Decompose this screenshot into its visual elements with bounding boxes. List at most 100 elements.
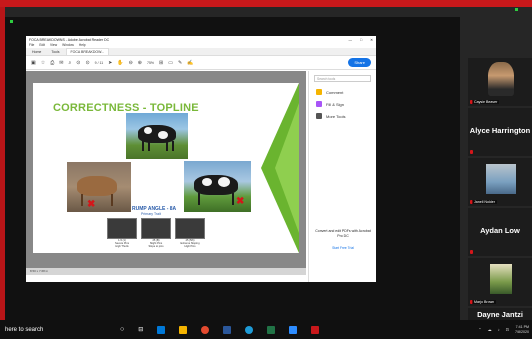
bookmark-icon[interactable]: ☆ <box>41 60 45 66</box>
chrome-icon[interactable] <box>201 325 210 334</box>
page-up-icon[interactable]: ⊙ <box>76 60 80 66</box>
excel-icon[interactable] <box>267 325 276 334</box>
window-title: FOCA BREAKDOWNS - Adobe Acrobat Reader D… <box>29 37 110 42</box>
slide-page: CORRECTNESS - TOPLINE ✖ ✖ RUMP ANGLE - 8… <box>33 83 299 253</box>
tray-expand-icon[interactable]: ⌃ <box>478 327 481 332</box>
participant-tile[interactable]: Alyce Harrington <box>468 108 532 156</box>
maximize-button[interactable]: □ <box>360 38 362 42</box>
participant-name: Aydan Low <box>480 226 520 235</box>
primary-trait-label: Primary Trait <box>141 212 161 216</box>
tab-tools[interactable]: Tools <box>47 49 64 55</box>
tool-fill-sign[interactable]: Fill & Sign <box>309 98 376 110</box>
tab-bar: Home Tools FOCA BREAKDOW... <box>26 48 376 56</box>
cow-photo-right: ✖ <box>184 161 251 212</box>
diagram-caption: 1-5 (1) Severe Pins High Thurls <box>115 239 129 248</box>
word-icon[interactable] <box>223 325 232 334</box>
comment-tool-icon <box>316 89 322 95</box>
participants-sidebar: Caysie Beaver Alyce Harrington Janell No… <box>460 17 532 320</box>
clock-time: 7:41 PM <box>515 325 529 330</box>
menu-file[interactable]: File <box>29 43 34 48</box>
participant-name: Caysie Beaver <box>472 100 500 104</box>
free-trial-link[interactable]: Start Free Trial <box>313 246 373 250</box>
share-indicator-icon <box>515 8 518 11</box>
menu-view[interactable]: View <box>50 43 57 48</box>
window-titlebar: FOCA BREAKDOWNS - Adobe Acrobat Reader D… <box>26 36 376 43</box>
screen-frame: FOCA BREAKDOWNS - Adobe Acrobat Reader D… <box>0 0 532 339</box>
clock-date: 7/8/2020 <box>515 329 529 334</box>
participant-name: Janell Nolder <box>472 200 497 204</box>
sign-icon[interactable]: ✍ <box>187 60 193 66</box>
muted-mic-icon <box>470 150 473 154</box>
participant-video <box>486 164 516 194</box>
zoom-out-icon[interactable]: ⊖ <box>129 60 133 66</box>
participant-tile[interactable]: Dayne Jantzi <box>468 308 532 320</box>
participant-tile[interactable]: Aydan Low <box>468 208 532 256</box>
tab-home[interactable]: Home <box>28 49 46 55</box>
zoom-meeting-icon[interactable] <box>289 325 298 334</box>
cortana-icon[interactable]: ○ <box>120 326 124 333</box>
menu-edit[interactable]: Edit <box>39 43 45 48</box>
promo-text: Convert and edit PDFs with Acrobat Pro D… <box>315 229 371 238</box>
task-view-icon[interactable]: ⊟ <box>138 326 143 333</box>
zoom-in-icon[interactable]: ⊕ <box>138 60 142 66</box>
mail-icon[interactable]: ✉ <box>59 60 63 66</box>
share-indicator-icon <box>10 20 13 23</box>
participant-tile[interactable]: Marjo Brown <box>468 258 532 306</box>
document-area[interactable]: CORRECTNESS - TOPLINE ✖ ✖ RUMP ANGLE - 8… <box>26 71 306 275</box>
file-explorer-icon[interactable] <box>179 325 188 334</box>
page-size-bar: 8.50 x 7.68 in <box>26 268 306 275</box>
zoom-level[interactable]: 75% <box>147 61 154 65</box>
participant-tile[interactable]: Caysie Beaver <box>468 58 532 106</box>
comment-icon[interactable]: ▭ <box>168 60 173 66</box>
participant-video <box>490 264 512 294</box>
fit-page-icon[interactable]: ⊞ <box>159 60 163 66</box>
zoom-app-icon[interactable] <box>157 325 166 334</box>
participant-tile[interactable]: Janell Nolder <box>468 158 532 206</box>
network-icon[interactable]: ☁ <box>488 327 492 332</box>
diagram-caption: 45 (5/6) Extreme Sloping High Pins <box>180 239 200 248</box>
participant-name: Alyce Harrington <box>469 126 531 135</box>
page-down-icon[interactable]: ⊙ <box>85 60 89 66</box>
tools-panel: Search tools Comment Fill & Sign More To… <box>308 71 376 282</box>
windows-taskbar: here to search ○ ⊟ ⌃ ☁ ♪ ⊡ 7:41 PM 7/8/2… <box>0 320 532 339</box>
more-tools-icon <box>316 113 322 119</box>
taskbar-search[interactable]: here to search <box>0 327 100 333</box>
toolbar: ▣ ☆ ⎙ ✉ ⌕ ⊙ ⊙ 9 / 11 ➤ ✋ ⊖ ⊕ 75% ⊞ ▭ ✎ ✍… <box>26 56 376 70</box>
tools-search-input[interactable]: Search tools <box>314 75 371 82</box>
share-button[interactable]: Share <box>348 58 371 67</box>
cow-photo-left: ✖ <box>67 162 131 212</box>
cow-photo-top <box>126 113 188 159</box>
select-tool-icon[interactable]: ➤ <box>108 60 112 66</box>
page-number[interactable]: 9 / 11 <box>95 61 104 65</box>
input-icon[interactable]: ⊡ <box>506 327 509 332</box>
tool-label: Fill & Sign <box>326 101 345 107</box>
tool-more[interactable]: More Tools <box>309 110 376 122</box>
search-icon[interactable]: ⌕ <box>68 60 71 66</box>
hand-tool-icon[interactable]: ✋ <box>117 60 123 66</box>
close-button[interactable]: ✕ <box>370 38 373 42</box>
muted-mic-icon <box>470 250 473 254</box>
fill-sign-tool-icon <box>316 101 322 107</box>
volume-icon[interactable]: ♪ <box>498 327 500 332</box>
clock[interactable]: 7:41 PM 7/8/2020 <box>515 325 529 334</box>
acrobat-window: FOCA BREAKDOWNS - Adobe Acrobat Reader D… <box>26 36 376 282</box>
recording-indicator-bar <box>0 0 532 7</box>
print-icon[interactable]: ⎙ <box>50 60 54 66</box>
rump-diagram-1 <box>107 218 137 239</box>
incorrect-x-icon: ✖ <box>87 199 96 210</box>
highlight-icon[interactable]: ✎ <box>178 60 182 66</box>
participant-name: Dayne Jantzi <box>477 310 523 319</box>
save-icon[interactable]: ▣ <box>31 60 36 66</box>
minimize-button[interactable]: — <box>348 38 352 42</box>
tool-comment[interactable]: Comment <box>309 86 376 98</box>
rump-diagram-2 <box>141 218 171 239</box>
edge-icon[interactable] <box>245 325 254 334</box>
tool-label: Comment <box>326 89 344 95</box>
diagram-caption: 25 (B) Slight Pins Slope to pins <box>148 239 164 248</box>
slide-decoration <box>275 103 299 233</box>
participant-name: Marjo Brown <box>472 300 497 304</box>
acrobat-icon[interactable] <box>311 325 320 334</box>
tab-document[interactable]: FOCA BREAKDOW... <box>65 48 110 55</box>
rump-diagram-3 <box>175 218 205 239</box>
tool-label: More Tools <box>326 113 346 119</box>
